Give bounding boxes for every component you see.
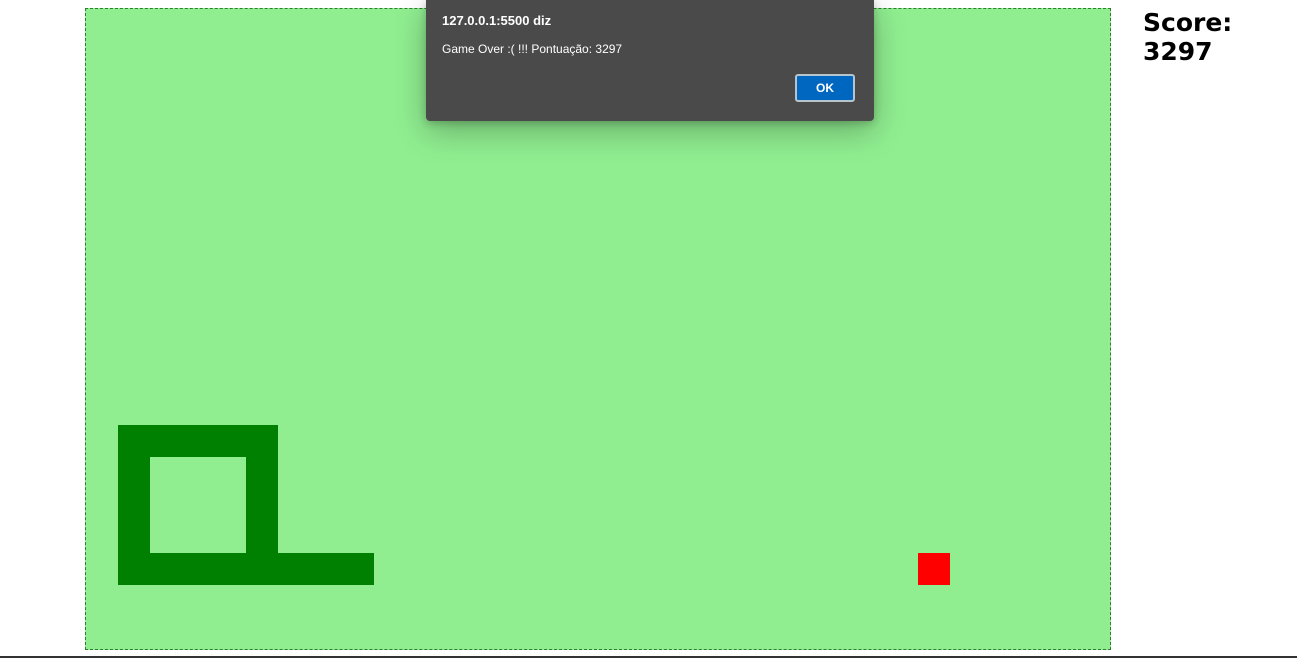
snake-segment <box>246 425 278 457</box>
score-display: Score: 3297 <box>1143 8 1232 66</box>
snake-segment <box>150 553 182 585</box>
snake-segment <box>246 489 278 521</box>
snake-segment <box>182 553 214 585</box>
snake-segment <box>118 457 150 489</box>
snake-segment <box>342 553 374 585</box>
alert-message: Game Over :( !!! Pontuação: 3297 <box>442 42 623 56</box>
snake-segment <box>214 553 246 585</box>
alert-dialog: 127.0.0.1:5500 diz Game Over :( !!! Pont… <box>426 0 874 121</box>
snake-segment <box>182 425 214 457</box>
snake-segment <box>246 457 278 489</box>
score-value: 3297 <box>1143 37 1213 66</box>
snake-segment <box>150 425 182 457</box>
snake-segment <box>118 489 150 521</box>
ok-button[interactable]: OK <box>795 74 855 102</box>
snake-segment <box>118 521 150 553</box>
snake-segment <box>214 425 246 457</box>
snake-segment <box>246 553 278 585</box>
snake-segment <box>246 521 278 553</box>
snake-segment <box>118 553 150 585</box>
score-label: Score: <box>1143 8 1233 37</box>
snake-segment <box>278 553 310 585</box>
snake-segment <box>118 425 150 457</box>
snake-segment <box>310 553 342 585</box>
alert-title: 127.0.0.1:5500 diz <box>442 13 552 28</box>
food-item <box>918 553 950 585</box>
